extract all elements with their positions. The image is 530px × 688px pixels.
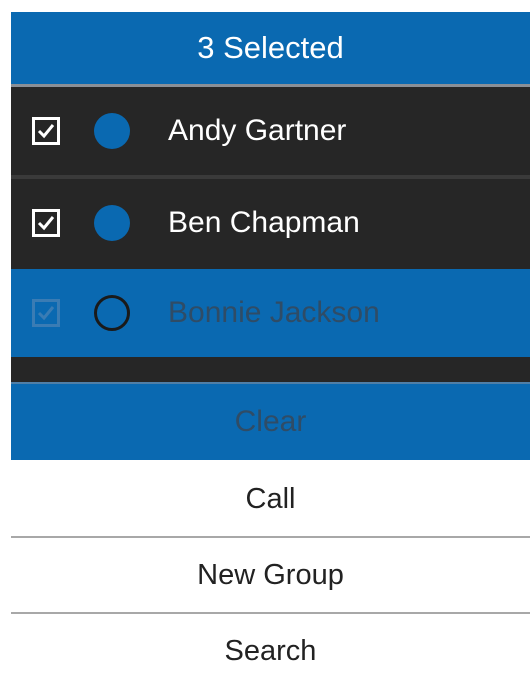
- checkmark-icon: [37, 306, 55, 321]
- contacts-selection-screen: 3 Selected Andy Gartner Ben Chapman Bonn…: [11, 12, 530, 688]
- new-group-button[interactable]: New Group: [11, 538, 530, 612]
- contact-name: Ben Chapman: [168, 206, 360, 239]
- selection-count-header: 3 Selected: [11, 12, 530, 84]
- checkbox-checked-icon[interactable]: [32, 299, 60, 327]
- new-group-button-label: New Group: [197, 558, 344, 591]
- contact-name: Andy Gartner: [168, 114, 347, 147]
- search-button[interactable]: Search: [11, 614, 530, 688]
- selection-count-title: 3 Selected: [197, 30, 344, 65]
- checkmark-icon: [37, 124, 55, 139]
- contact-row-andy-gartner[interactable]: Andy Gartner: [11, 87, 530, 175]
- presence-dot-icon: [94, 113, 130, 149]
- contact-name: Bonnie Jackson: [168, 296, 380, 329]
- contact-list[interactable]: Andy Gartner Ben Chapman Bonnie Jackson: [11, 87, 530, 384]
- search-button-label: Search: [224, 634, 317, 667]
- clear-button-label: Clear: [234, 405, 307, 438]
- checkmark-icon: [37, 216, 55, 231]
- contact-row-bonnie-jackson[interactable]: Bonnie Jackson: [11, 269, 530, 357]
- call-button[interactable]: Call: [11, 462, 530, 536]
- call-button-label: Call: [245, 482, 296, 515]
- checkbox-checked-icon[interactable]: [32, 209, 60, 237]
- contact-row-ben-chapman[interactable]: Ben Chapman: [11, 179, 530, 267]
- checkbox-checked-icon[interactable]: [32, 117, 60, 145]
- presence-dot-icon: [94, 205, 130, 241]
- clear-button[interactable]: Clear: [11, 384, 530, 460]
- presence-ring-icon: [94, 295, 130, 331]
